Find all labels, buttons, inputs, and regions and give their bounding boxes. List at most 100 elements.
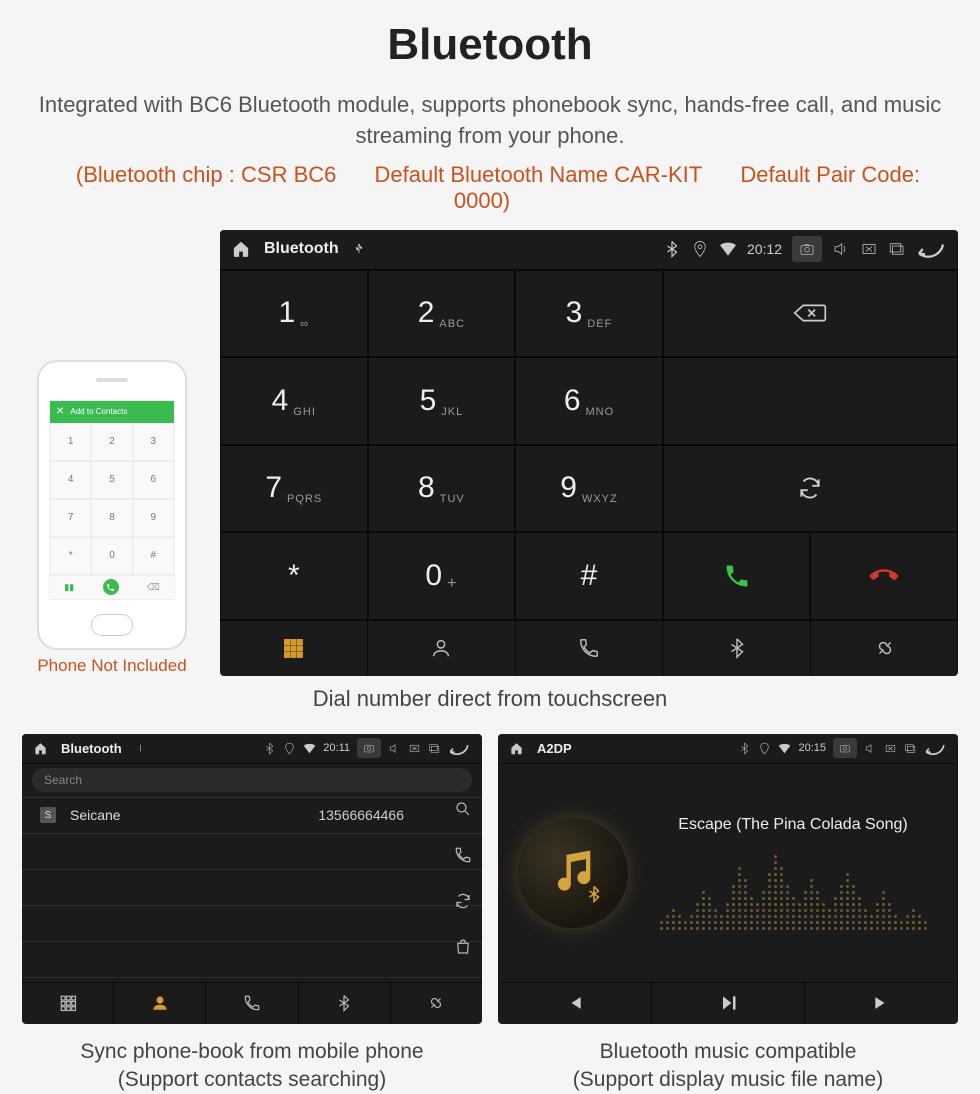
blank-cell — [663, 357, 958, 445]
dialer-caption: Dial number direct from touchscreen — [22, 686, 958, 712]
app-title: Bluetooth — [264, 240, 339, 258]
tab-call-log[interactable] — [206, 983, 298, 1024]
spec-chip: (Bluetooth chip : CSR BC6 — [76, 162, 336, 187]
wifi-icon — [303, 742, 316, 755]
contact-phone: 13566664466 — [318, 807, 404, 823]
next-button[interactable] — [805, 983, 958, 1024]
back-icon[interactable] — [924, 742, 946, 755]
search-input[interactable]: Search — [32, 768, 472, 792]
contact-initial: S — [40, 807, 56, 823]
call-button[interactable] — [663, 532, 811, 620]
wifi-icon — [719, 240, 737, 258]
delete-icon[interactable] — [454, 938, 472, 956]
recent-apps-icon[interactable] — [888, 240, 906, 258]
tab-dialpad[interactable] — [220, 621, 368, 676]
music-caption: Bluetooth music compatible (Support disp… — [498, 1038, 958, 1094]
home-icon[interactable] — [510, 742, 523, 755]
key-hash[interactable]: # — [515, 532, 663, 620]
screenshot-button[interactable] — [357, 738, 381, 758]
sync-icon[interactable] — [454, 892, 472, 910]
clock: 20:12 — [747, 241, 782, 257]
key-1[interactable]: 1∞ — [220, 270, 368, 358]
key-0[interactable]: 0+ — [368, 532, 516, 620]
home-icon[interactable] — [232, 240, 250, 258]
back-icon[interactable] — [448, 742, 470, 755]
statusbar: Bluetooth 20:11 — [22, 734, 482, 764]
app-title: A2DP — [537, 741, 572, 756]
contact-name: Seicane — [70, 807, 121, 823]
bluetooth-specs: (Bluetooth chip : CSR BC6 Default Blueto… — [22, 162, 958, 214]
key-8[interactable]: 8TUV — [368, 445, 516, 533]
bluetooth-icon — [263, 742, 276, 755]
statusbar: A2DP 20:15 — [498, 734, 958, 764]
page-description: Integrated with BC6 Bluetooth module, su… — [22, 90, 958, 152]
clock: 20:11 — [323, 742, 350, 754]
location-icon — [283, 742, 296, 755]
close-icon[interactable] — [860, 240, 878, 258]
contacts-list: S Seicane 13566664466 — [22, 798, 482, 982]
screenshot-button[interactable] — [792, 236, 822, 262]
contact-row[interactable]: S Seicane 13566664466 — [22, 798, 482, 834]
bluetooth-badge-icon — [585, 885, 603, 903]
search-icon[interactable] — [454, 800, 472, 818]
tab-bluetooth[interactable] — [299, 983, 391, 1024]
recent-apps-icon[interactable] — [904, 742, 917, 755]
close-icon[interactable] — [884, 742, 897, 755]
tab-pairing[interactable] — [391, 983, 482, 1024]
phone-not-included-label: Phone Not Included — [22, 656, 202, 676]
key-4[interactable]: 4GHI — [220, 357, 368, 445]
close-icon[interactable] — [408, 742, 421, 755]
screenshot-button[interactable] — [833, 738, 857, 758]
hangup-button[interactable] — [810, 532, 958, 620]
bluetooth-icon — [663, 240, 681, 258]
tab-dialpad[interactable] — [22, 983, 114, 1024]
volume-icon[interactable] — [388, 742, 401, 755]
previous-button[interactable] — [498, 983, 652, 1024]
call-icon[interactable] — [454, 846, 472, 864]
phonebook-device: Bluetooth 20:11 Searc — [22, 734, 482, 1024]
back-icon[interactable] — [916, 240, 946, 258]
key-7[interactable]: 7PQRS — [220, 445, 368, 533]
home-icon[interactable] — [34, 742, 47, 755]
bottom-nav — [220, 620, 958, 676]
player-controls — [498, 982, 958, 1024]
key-9[interactable]: 9WXYZ — [515, 445, 663, 533]
tab-pairing[interactable] — [811, 621, 958, 676]
audio-visualizer — [648, 850, 938, 930]
play-pause-button[interactable] — [652, 983, 806, 1024]
location-icon — [691, 240, 709, 258]
recent-apps-icon[interactable] — [428, 742, 441, 755]
tab-contacts[interactable] — [114, 983, 206, 1024]
spec-name: Default Bluetooth Name CAR-KIT — [375, 162, 703, 187]
search-placeholder: Search — [44, 773, 82, 787]
key-2[interactable]: 2ABC — [368, 270, 516, 358]
song-title: Escape (The Pina Colada Song) — [648, 816, 938, 834]
volume-icon[interactable] — [864, 742, 877, 755]
backspace-button[interactable] — [663, 270, 958, 358]
page-title: Bluetooth — [22, 20, 958, 70]
bluetooth-icon — [738, 742, 751, 755]
music-device: A2DP 20:15 — [498, 734, 958, 1024]
key-6[interactable]: 6MNO — [515, 357, 663, 445]
volume-icon[interactable] — [832, 240, 850, 258]
statusbar: Bluetooth 20:12 — [220, 230, 958, 270]
clock: 20:15 — [798, 742, 826, 754]
usb-icon — [353, 243, 365, 255]
redial-button[interactable] — [663, 445, 958, 533]
phone-mockup: ✕ Add to Contacts 123456789*0# ▮▮ ⌫ — [37, 360, 187, 650]
key-star[interactable]: * — [220, 532, 368, 620]
wifi-icon — [778, 742, 791, 755]
album-art — [518, 818, 628, 928]
phone-header-text: Add to Contacts — [70, 407, 127, 416]
dialer-device: Bluetooth 20:12 1∞2ABC3DEF 4GHI5JKL6MNO 7P… — [220, 230, 958, 676]
bottom-nav — [22, 982, 482, 1024]
usb-icon — [136, 744, 145, 753]
tab-bluetooth[interactable] — [663, 621, 811, 676]
key-3[interactable]: 3DEF — [515, 270, 663, 358]
phonebook-caption: Sync phone-book from mobile phone (Suppo… — [22, 1038, 482, 1094]
tab-contacts[interactable] — [368, 621, 516, 676]
app-title: Bluetooth — [61, 741, 122, 756]
tab-call-log[interactable] — [516, 621, 664, 676]
key-5[interactable]: 5JKL — [368, 357, 516, 445]
location-icon — [758, 742, 771, 755]
